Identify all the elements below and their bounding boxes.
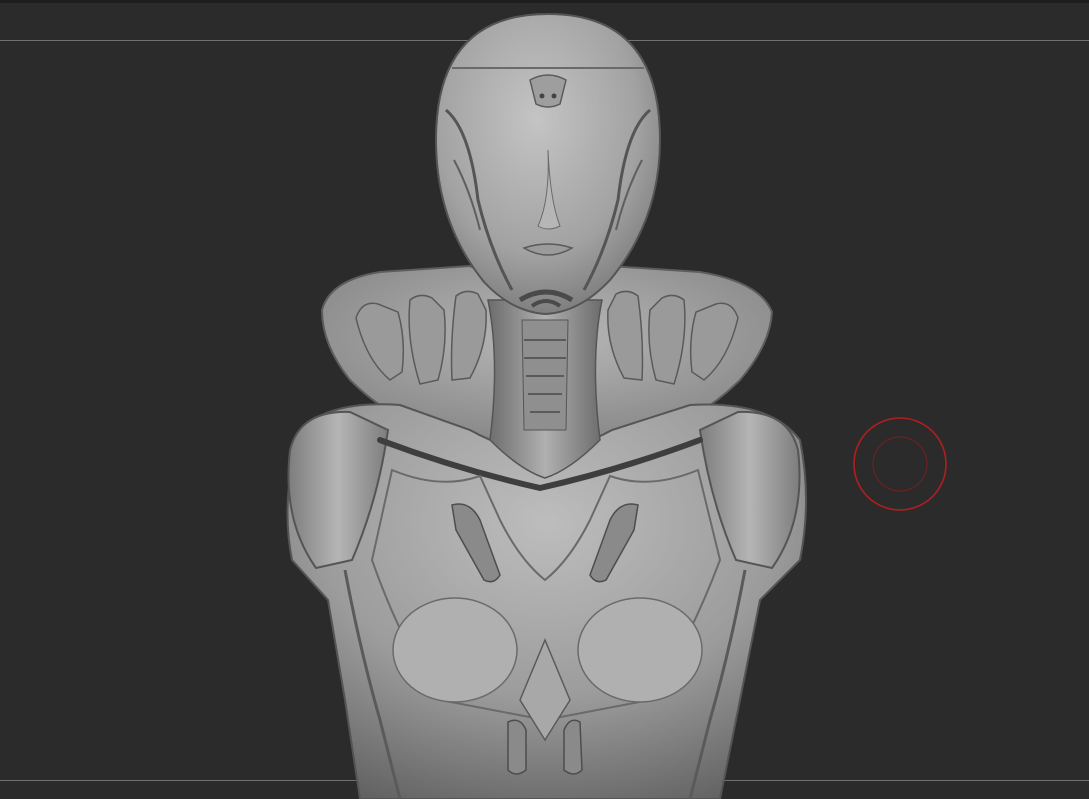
brush-cursor-icon <box>853 417 947 511</box>
sculpt-viewport[interactable] <box>0 0 1089 799</box>
